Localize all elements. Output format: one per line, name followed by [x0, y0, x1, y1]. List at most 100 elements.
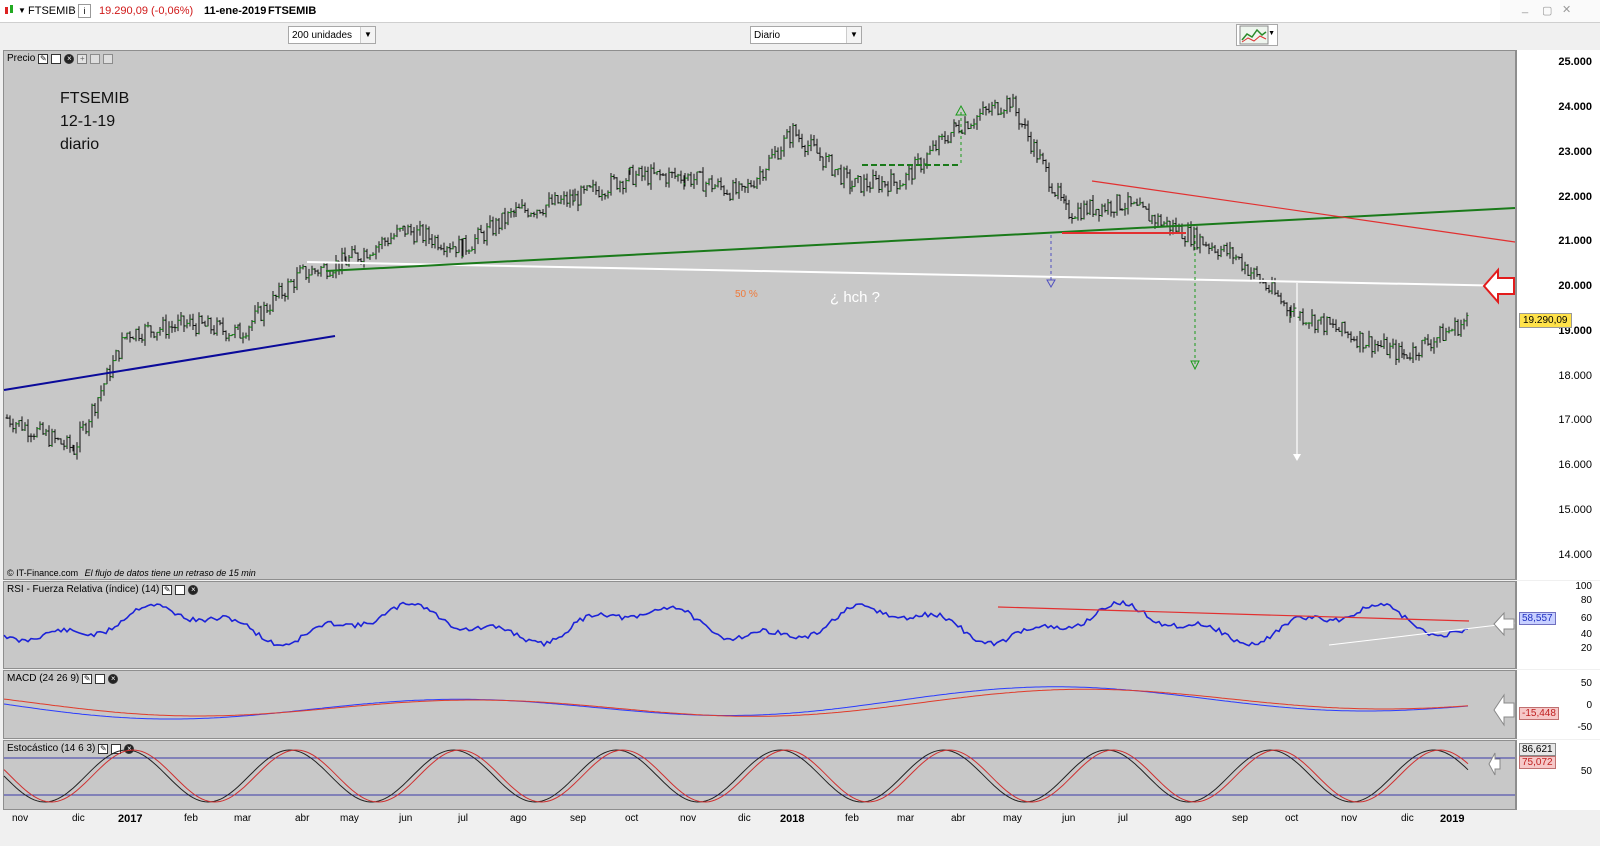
price-bar: [386, 237, 390, 247]
stoch-axis: 50 86,621 75,072: [1516, 740, 1600, 810]
price-bar: [673, 167, 677, 179]
price-bar: [503, 207, 507, 230]
price-bar: [224, 330, 228, 342]
price-bar: [1325, 316, 1329, 336]
price-bar: [821, 156, 825, 171]
price-bar: [535, 209, 539, 219]
price-bar: [1352, 336, 1356, 342]
price-bar: [916, 153, 920, 165]
price-bar: [579, 185, 583, 206]
chevron-down-icon[interactable]: ▼: [846, 27, 861, 43]
price-bar: [1135, 198, 1139, 206]
symbol-label[interactable]: FTSEMIB: [28, 5, 76, 17]
units-select[interactable]: 200 unidades ▼: [288, 26, 376, 44]
price-bar: [1456, 319, 1460, 337]
price-bar: [993, 99, 997, 109]
price-bar: [424, 224, 428, 247]
price-bar: [206, 315, 210, 327]
price-bar: [1076, 202, 1080, 221]
price-bar: [794, 124, 798, 137]
price-bar: [1129, 196, 1133, 207]
price-bar: [1041, 152, 1045, 165]
price-bar: [1017, 108, 1021, 130]
price-bar: [913, 156, 917, 180]
price-bar: [203, 320, 207, 327]
price-bar: [833, 169, 837, 178]
rsi-resistance-line: [997, 606, 1470, 622]
price-bar: [815, 138, 819, 154]
x-tick-label: dic: [1401, 813, 1414, 824]
price-bar: [1192, 226, 1196, 251]
price-bar: [1228, 241, 1232, 259]
price-bar: [963, 116, 967, 135]
price-bar: [1252, 267, 1256, 280]
white-neckline[interactable]: [306, 261, 1515, 287]
y-tick-label: 20.000: [1558, 280, 1592, 293]
price-bar: [268, 304, 272, 315]
price-bar: [1346, 331, 1350, 339]
price-bar: [161, 316, 165, 332]
close-icon[interactable]: ✕: [1562, 3, 1571, 16]
price-bar: [26, 419, 30, 443]
price-bar: [1429, 339, 1433, 352]
restore-icon[interactable]: ▢: [1542, 4, 1552, 17]
quote-date: 11-ene-2019: [204, 5, 267, 17]
price-bar: [1397, 342, 1401, 363]
price-bar: [259, 305, 263, 322]
price-bar: [374, 245, 378, 260]
price-bar: [830, 154, 834, 177]
price-bar: [1103, 203, 1107, 213]
price-bar: [1313, 314, 1317, 334]
price-bar: [922, 158, 926, 174]
price-bar: [1319, 316, 1323, 325]
price-bar: [415, 225, 419, 243]
price-bar: [1014, 95, 1018, 117]
price-bar: [1316, 319, 1320, 333]
interval-select[interactable]: Diario ▼: [750, 26, 862, 44]
price-bar: [238, 322, 242, 339]
price-bar: [722, 185, 726, 196]
price-bar: [87, 419, 91, 437]
x-tick-label: may: [340, 813, 359, 824]
chevron-down-icon[interactable]: ▼: [1268, 30, 1275, 37]
y-tick-label: 22.000: [1558, 190, 1592, 203]
price-bar: [1053, 192, 1057, 198]
blue-trend-line[interactable]: [3, 335, 336, 391]
price-bar: [1376, 341, 1380, 352]
x-tick-label: feb: [845, 813, 859, 824]
macd-axis: 50 0 -50 -15,448: [1516, 670, 1600, 739]
minimize-icon[interactable]: _: [1522, 2, 1528, 14]
price-bar: [310, 265, 314, 276]
price-bar: [904, 172, 908, 190]
price-bar: [975, 115, 979, 130]
info-icon[interactable]: i: [78, 4, 91, 18]
price-bar: [842, 166, 846, 189]
chevron-down-icon[interactable]: ▼: [360, 27, 375, 43]
green-trend-line[interactable]: [325, 207, 1516, 272]
price-bar: [1322, 313, 1326, 336]
candlestick-icon[interactable]: [4, 4, 14, 16]
x-tick-label: mar: [234, 813, 252, 824]
price-bar: [770, 148, 774, 159]
price-bar: [1050, 183, 1054, 194]
price-bar: [746, 178, 750, 193]
price-bar: [658, 169, 662, 181]
x-tick-label: dic: [738, 813, 751, 824]
price-panel: Precio ✎ × + FTSEMIB 12-1-19 diario ¿ hc…: [3, 50, 1516, 580]
price-bar: [940, 133, 944, 140]
price-bar: [1462, 318, 1466, 330]
price-bar: [1334, 319, 1338, 333]
price-bar: [892, 173, 896, 186]
price-bar: [188, 314, 192, 327]
chart-type-button[interactable]: ▼: [1236, 24, 1278, 46]
price-bar: [409, 223, 413, 236]
price-bar: [782, 135, 786, 157]
price-bar: [436, 234, 440, 251]
price-bar: [383, 237, 387, 247]
price-bar: [1385, 336, 1389, 356]
price-bar: [547, 192, 551, 208]
price-bar: [1073, 216, 1077, 219]
chevron-down-icon[interactable]: ▼: [18, 6, 26, 15]
macd-panel: MACD (24 26 9) ✎ ×: [3, 670, 1516, 739]
price-bar: [1064, 195, 1068, 211]
